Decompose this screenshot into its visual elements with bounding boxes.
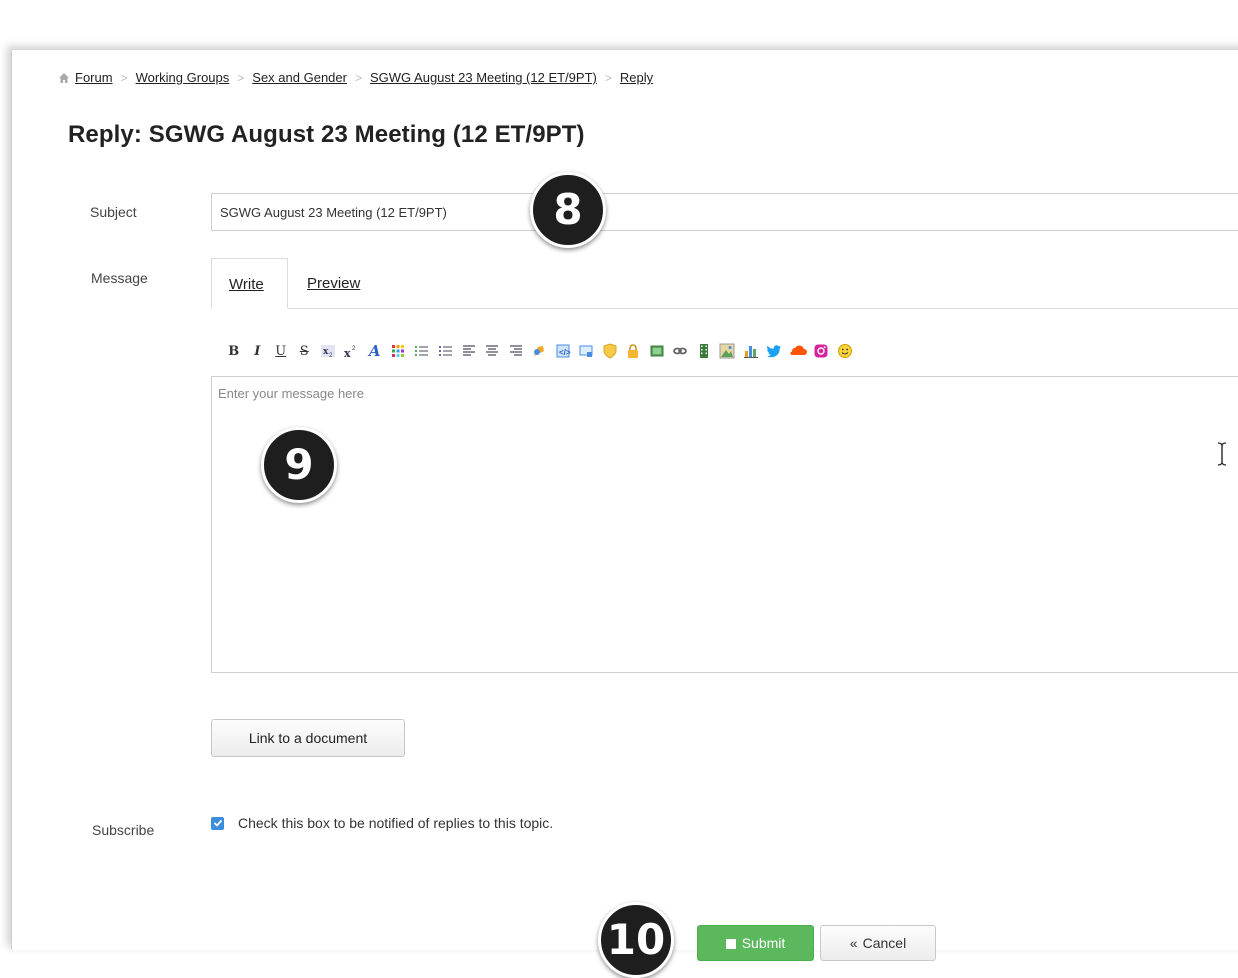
soundcloud-icon[interactable] (786, 340, 810, 362)
code-icon[interactable]: </> (551, 340, 575, 362)
submit-button[interactable]: Submit (697, 925, 814, 961)
align-left-icon[interactable] (457, 340, 481, 362)
album-icon[interactable] (716, 340, 740, 362)
hide-icon[interactable] (598, 340, 622, 362)
twitter-icon[interactable] (763, 340, 787, 362)
subscribe-label: Subscribe (92, 822, 155, 838)
submit-label: Submit (741, 935, 786, 951)
chevron-right-icon: > (354, 70, 362, 85)
cancel-icon: « (849, 935, 858, 951)
breadcrumb-forum[interactable]: Forum (75, 70, 113, 85)
strikethrough-icon[interactable]: S (293, 340, 317, 362)
svg-text:</>: </> (559, 348, 571, 357)
superscript-icon[interactable]: x2 (340, 340, 364, 362)
subscribe-row: Check this box to be notified of replies… (211, 815, 553, 831)
align-center-icon[interactable] (481, 340, 505, 362)
tab-preview[interactable]: Preview (290, 258, 377, 308)
lock-icon[interactable] (622, 340, 646, 362)
text-cursor-icon (1217, 442, 1227, 466)
svg-text:2: 2 (352, 346, 356, 352)
breadcrumb-topic[interactable]: SGWG August 23 Meeting (12 ET/9PT) (370, 70, 597, 85)
bullet-list-icon[interactable] (410, 340, 434, 362)
chart-icon[interactable] (739, 340, 763, 362)
video-icon[interactable] (692, 340, 716, 362)
tab-write[interactable]: Write (211, 258, 288, 309)
annotation-badge-10: 10 (598, 902, 674, 978)
breadcrumb-sex-and-gender[interactable]: Sex and Gender (252, 70, 347, 85)
spoiler-icon[interactable] (575, 340, 599, 362)
color-grid-icon[interactable] (387, 340, 411, 362)
check-icon (213, 819, 222, 827)
instagram-icon[interactable] (810, 340, 834, 362)
page-title: Reply: SGWG August 23 Meeting (12 ET/9PT… (68, 121, 585, 148)
breadcrumb: Forum > Working Groups > Sex and Gender … (58, 70, 653, 85)
bold-icon[interactable]: B (222, 340, 246, 362)
link-to-document-button[interactable]: Link to a document (211, 719, 405, 757)
message-editor (211, 376, 1238, 673)
image-icon[interactable] (645, 340, 669, 362)
align-right-icon[interactable] (504, 340, 528, 362)
annotation-badge-9: 9 (261, 427, 337, 503)
chevron-right-icon: > (604, 70, 612, 85)
chevron-right-icon: > (120, 70, 128, 85)
numbered-list-icon[interactable] (434, 340, 458, 362)
cancel-button[interactable]: «Cancel (820, 925, 936, 961)
editor-toolbar: B I U S x2 x2 A </> (222, 339, 857, 363)
font-color-icon[interactable]: A (363, 340, 387, 362)
home-icon (58, 72, 70, 84)
smiley-icon[interactable] (833, 340, 857, 362)
subscript-icon[interactable]: x2 (316, 340, 340, 362)
breadcrumb-reply[interactable]: Reply (620, 70, 653, 85)
message-label: Message (91, 270, 148, 286)
breadcrumb-working-groups[interactable]: Working Groups (136, 70, 230, 85)
quote-icon[interactable] (528, 340, 552, 362)
message-tabs: Write Preview (211, 258, 1238, 309)
subject-label: Subject (90, 204, 137, 220)
chevron-right-icon: > (237, 70, 245, 85)
message-textarea[interactable] (212, 377, 1238, 672)
subscribe-checkbox[interactable] (211, 816, 224, 830)
svg-text:x: x (344, 347, 351, 359)
link-icon[interactable] (669, 340, 693, 362)
subscribe-text: Check this box to be notified of replies… (238, 815, 554, 831)
underline-icon[interactable]: U (269, 340, 293, 362)
save-icon (725, 939, 736, 949)
italic-icon[interactable]: I (246, 340, 270, 362)
subject-input[interactable] (211, 193, 1238, 231)
annotation-badge-8: 8 (530, 172, 606, 248)
cancel-label: Cancel (862, 935, 907, 951)
